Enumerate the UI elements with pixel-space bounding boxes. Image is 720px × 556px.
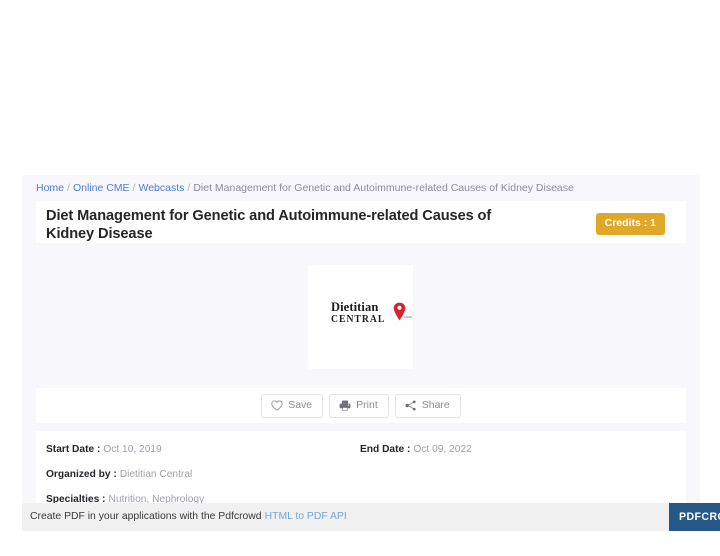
breadcrumb-item-online-cme[interactable]: Online CME [73,182,130,194]
course-logo-box: Dietitian CENTRAL .com [308,265,413,369]
printer-icon [339,399,351,411]
page-content-region: Home / Online CME / Webcasts / Diet Management… [22,175,700,530]
save-button[interactable]: Save [261,393,324,418]
breadcrumb-separator: / [187,182,191,194]
end-date-value: Oct 09, 2022 [413,444,472,455]
detail-row: End Date : Oct 09, 2022 [360,443,472,456]
heart-icon [271,399,283,411]
pdfcrowd-footer-message: Create PDF in your applications with the… [30,511,262,522]
action-bar-card: Save Print Share [36,388,686,423]
breadcrumb-item-webcasts[interactable]: Webcasts [138,182,184,194]
action-bar: Save Print Share [36,388,686,423]
html-to-pdf-api-link[interactable]: HTML to PDF API [262,511,347,522]
share-button[interactable]: Share [394,393,461,418]
end-date-label: End Date : [360,444,411,455]
logo-line-2: CENTRAL [330,313,386,325]
breadcrumb-separator: / [67,182,70,194]
pdfcrowd-footer-text: Create PDF in your applications with the… [30,510,347,524]
credits-badge: Credits : 1 [595,213,665,235]
start-date-label: Start Date : [46,444,101,455]
pdfcrowd-footer: Create PDF in your applications with the… [22,503,720,531]
print-button-label: Print [356,398,378,411]
share-button-label: Share [421,398,450,411]
logo-line-1: Dietitian [330,300,379,314]
breadcrumb-item-home[interactable]: Home [36,182,64,194]
detail-row: Start Date : Oct 10, 2019 [46,443,162,456]
save-button-label: Save [288,398,313,411]
breadcrumb: Home / Online CME / Webcasts / Diet Management… [36,181,574,195]
organized-by-value: Dietitian Central [119,469,193,480]
start-date-value: Oct 10, 2019 [103,444,162,455]
share-icon [405,399,417,411]
breadcrumb-item-current: Diet Management for Genetic and Autoimmu… [193,182,574,194]
pdfcrowd-badge[interactable]: PDFCROWD [669,503,720,531]
organized-by-label: Organized by : [46,469,117,480]
logo-wrap: Dietitian CENTRAL .com [330,300,412,325]
page-title: Diet Management for Genetic and Autoimmu… [46,208,492,242]
logo-dotcom-suffix: .com [402,314,413,319]
header-card: Diet Management for Genetic and Autoimmu… [36,201,686,243]
detail-row: Organized by : Dietitian Central [46,468,192,481]
course-logo: Dietitian CENTRAL .com [308,301,413,326]
print-button[interactable]: Print [329,393,389,418]
